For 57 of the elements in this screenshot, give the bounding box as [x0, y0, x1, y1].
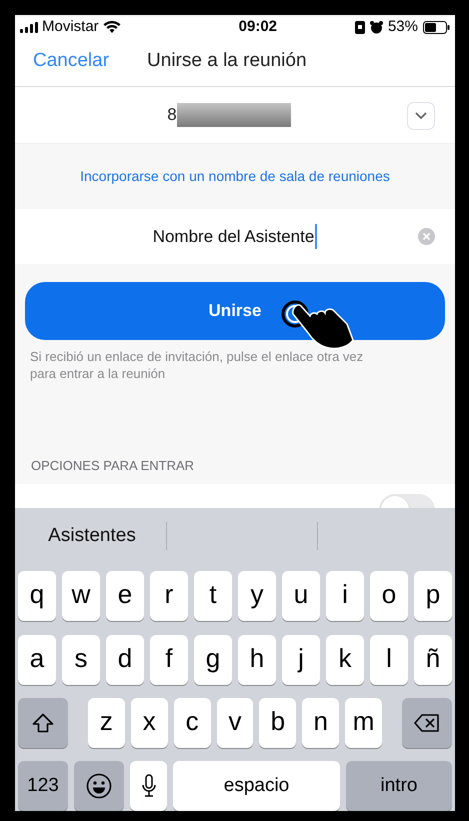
keyboard-key[interactable]: j: [282, 635, 320, 685]
keyboard-key[interactable]: s: [62, 635, 100, 685]
keyboard-key[interactable]: o: [370, 571, 408, 621]
microphone-key[interactable]: [130, 761, 167, 811]
keyboard-key[interactable]: v: [216, 698, 254, 748]
keyboard-key[interactable]: m: [345, 698, 382, 748]
chevron-down-icon: [415, 112, 427, 120]
battery-percent: 53%: [388, 16, 418, 37]
keyboard-key[interactable]: b: [259, 698, 296, 748]
battery-icon: [423, 20, 450, 34]
emoji-key[interactable]: [74, 761, 124, 811]
keyboard-key[interactable]: r: [150, 571, 188, 621]
meeting-id-field[interactable]: 8: [15, 87, 455, 143]
keyboard-key[interactable]: g: [194, 635, 232, 685]
keyboard-key[interactable]: d: [106, 635, 144, 685]
clock-time: 09:02: [238, 16, 278, 37]
shift-arrow-icon: [32, 713, 54, 733]
backspace-icon: [414, 714, 440, 732]
keyboard-key[interactable]: t: [194, 571, 232, 621]
keyboard-key[interactable]: y: [238, 571, 276, 621]
keyboard-key[interactable]: f: [150, 635, 188, 685]
meeting-id-text: 8: [167, 104, 177, 126]
carrier-name: Movistar: [42, 16, 99, 37]
room-name-link[interactable]: Incorporarse con un nombre de sala de reuniones: [80, 166, 390, 187]
cancel-button[interactable]: Cancelar: [33, 47, 110, 76]
keyboard-key[interactable]: a: [18, 635, 56, 685]
keyboard-key[interactable]: h: [238, 635, 276, 685]
keyboard-key[interactable]: x: [130, 698, 168, 748]
smiley-icon: [86, 773, 112, 799]
return-key[interactable]: intro: [346, 761, 452, 811]
portrait-lock-icon: [354, 20, 365, 34]
screen-title: Unirse a la reunión: [147, 49, 307, 74]
keyboard-key[interactable]: i: [326, 571, 364, 621]
numbers-key[interactable]: 123: [18, 761, 68, 811]
wifi-icon: [102, 20, 121, 34]
section-header: OPCIONES PARA ENTRAR: [30, 456, 196, 474]
keyboard-key[interactable]: c: [174, 698, 211, 748]
help-text: Si recibió un enlace de invitación, pulse el enlace otra vez para entrar a la reunión: [29, 348, 364, 382]
dropdown-button[interactable]: [407, 102, 435, 130]
keyboard-key[interactable]: k: [326, 635, 364, 685]
keyboard-key[interactable]: n: [302, 698, 340, 748]
backspace-key[interactable]: [402, 698, 452, 748]
keyboard-key[interactable]: w: [62, 571, 100, 621]
suggestion-item[interactable]: Asistentes: [18, 522, 166, 550]
keyboard-key[interactable]: e: [106, 571, 144, 621]
shift-key[interactable]: [18, 698, 68, 748]
signal-icon: [20, 22, 38, 32]
join-button[interactable]: Unirse: [25, 282, 445, 340]
keyboard-key[interactable]: l: [370, 635, 408, 685]
keyboard-key[interactable]: z: [88, 698, 125, 748]
keyboard-key[interactable]: u: [282, 571, 320, 621]
keyboard-key[interactable]: ñ: [414, 635, 452, 685]
keyboard-key[interactable]: p: [414, 571, 452, 621]
name-field[interactable]: Nombre del Asistente: [15, 209, 455, 264]
keyboard-key[interactable]: q: [18, 571, 56, 621]
space-key[interactable]: espacio: [173, 761, 340, 811]
microphone-icon: [140, 774, 156, 798]
